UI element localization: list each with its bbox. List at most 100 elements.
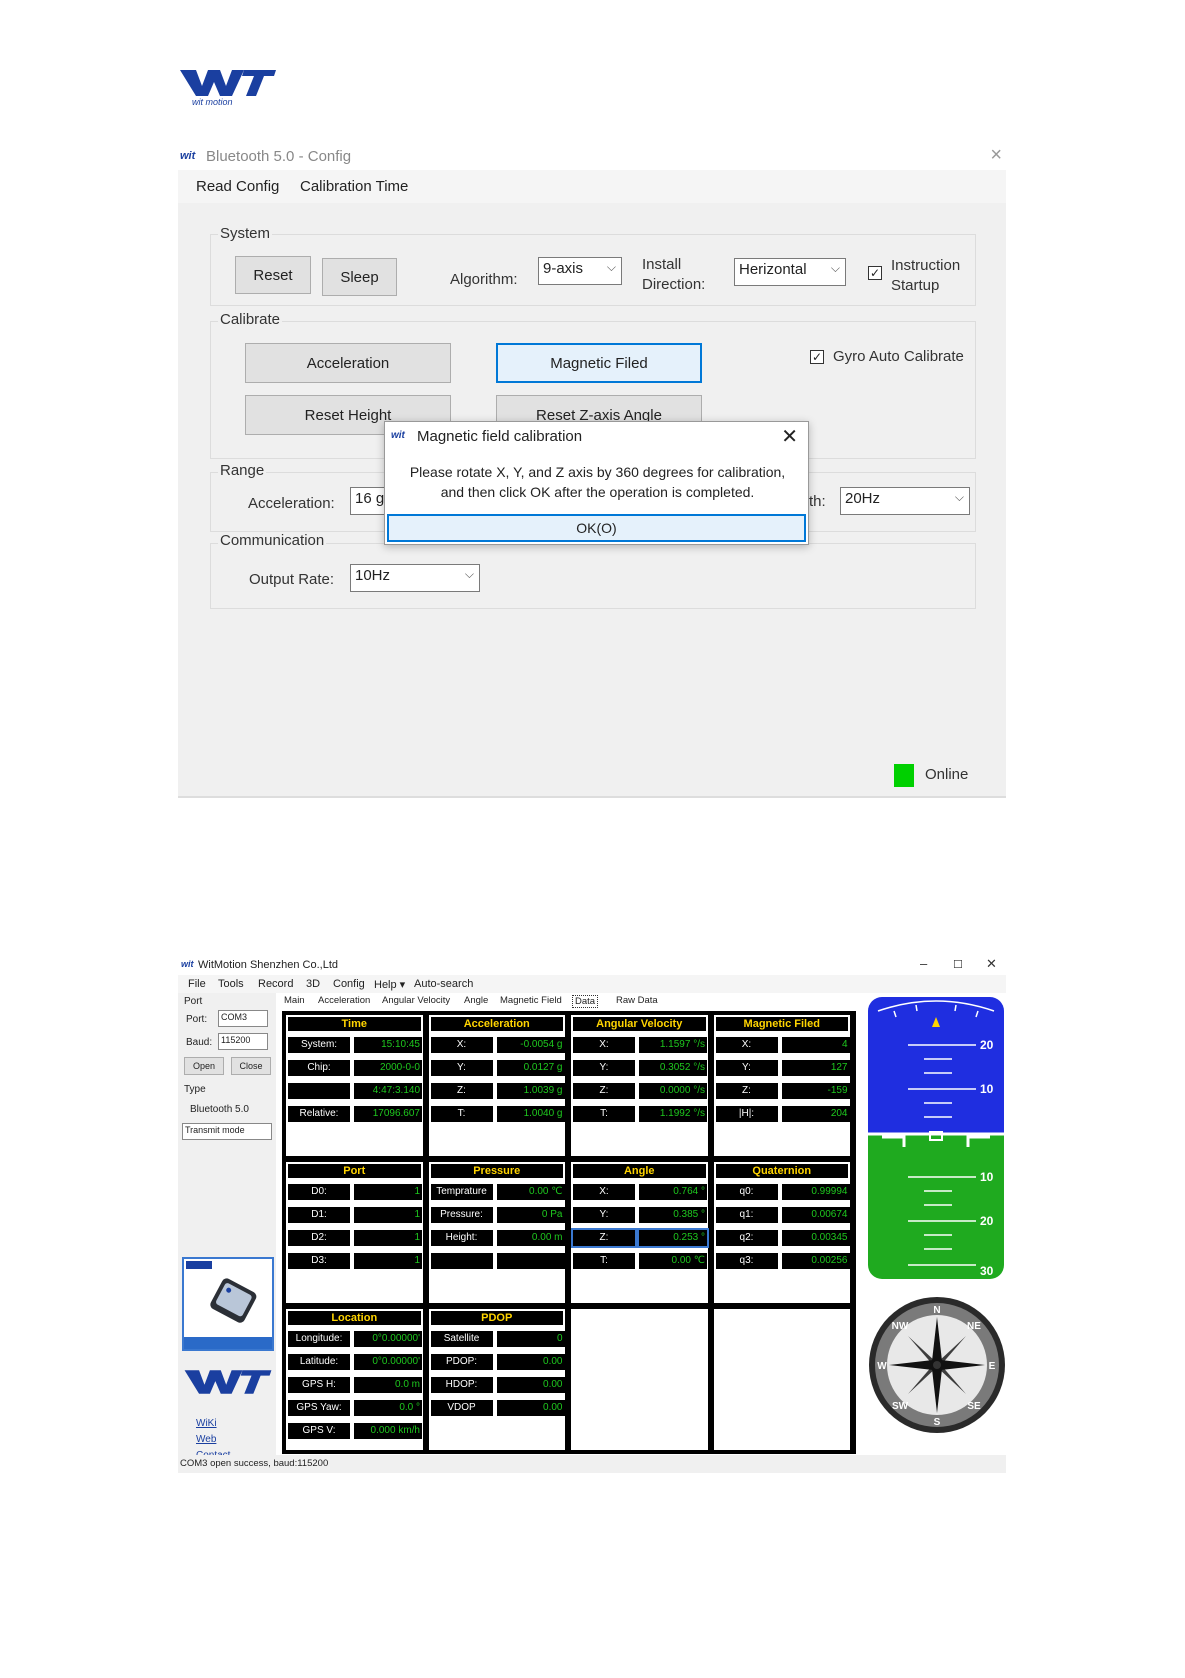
- tab-raw-data[interactable]: Raw Data: [616, 995, 658, 1006]
- row-label: Chip:: [288, 1060, 350, 1076]
- row-label: q2:: [715, 1230, 778, 1246]
- pitch-label-20-down: 20: [980, 1214, 994, 1228]
- main-window: wit WitMotion Shenzhen Co.,Ltd – ☐ ✕ Fil…: [178, 955, 1006, 1473]
- menu-read-config[interactable]: Read Config: [196, 178, 279, 195]
- range-acceleration-value: 16 g: [355, 490, 385, 507]
- row-value: 0.00674: [781, 1207, 850, 1223]
- maximize-icon[interactable]: ☐: [953, 958, 963, 971]
- bandwidth-select[interactable]: 20Hz ⌵: [840, 487, 970, 515]
- data-panel-grid: Time System: 15:10:45 Chip: 2000-0-0 4:47:3.1…: [282, 1011, 856, 1454]
- row-value: 204: [781, 1106, 850, 1122]
- sleep-button[interactable]: Sleep: [322, 258, 397, 296]
- row-value: 0.00 m: [496, 1230, 565, 1246]
- panel-time: Time System: 15:10:45 Chip: 2000-0-0 4:47:3.1…: [284, 1013, 425, 1158]
- tab-main[interactable]: Main: [284, 995, 305, 1006]
- row-value: -159: [781, 1083, 850, 1099]
- dialog-close-icon[interactable]: ✕: [781, 424, 798, 449]
- row-value: 0°0.00000': [354, 1354, 422, 1370]
- dialog-ok-button[interactable]: OK(O): [387, 514, 806, 542]
- main-menubar: File Tools Record 3D Config Help ▾ Auto-…: [178, 975, 1006, 993]
- menu-help[interactable]: Help ▾: [374, 978, 405, 991]
- menu-3d[interactable]: 3D: [306, 978, 320, 990]
- open-button[interactable]: Open: [184, 1057, 224, 1075]
- row-label: GPS Yaw:: [288, 1400, 350, 1416]
- tab-angle[interactable]: Angle: [464, 995, 488, 1006]
- close-icon[interactable]: ✕: [986, 956, 997, 972]
- transmit-mode-select[interactable]: Transmit mode: [182, 1123, 272, 1140]
- row-value: 4: [781, 1037, 850, 1053]
- online-indicator: [894, 764, 914, 787]
- instruction-startup-checkbox[interactable]: ✓: [868, 266, 882, 280]
- row-value: 0.000 km/h: [354, 1423, 422, 1439]
- panel-quaternion: Quaternion q0: 0.99994 q1: 0.00674 q2: 0.00345…: [711, 1160, 852, 1305]
- wiki-link[interactable]: WiKi: [196, 1418, 217, 1429]
- tab-acceleration[interactable]: Acceleration: [318, 995, 370, 1006]
- baud-select[interactable]: 115200: [218, 1033, 268, 1050]
- tab-magnetic-field[interactable]: Magnetic Field: [500, 995, 562, 1006]
- menu-auto-search[interactable]: Auto-search: [414, 978, 473, 990]
- row-label: T:: [573, 1253, 635, 1269]
- compass-ne: NE: [967, 1321, 981, 1332]
- menu-config[interactable]: Config: [333, 978, 365, 990]
- port-select[interactable]: COM3: [218, 1010, 268, 1027]
- pitch-label-10-down: 10: [980, 1170, 994, 1184]
- panel-pressure: Pressure Temprature 0.00 ℃ Pressure: 0 Pa Hei…: [426, 1160, 567, 1305]
- product-image: [182, 1257, 274, 1351]
- row-value: 0.00345: [781, 1230, 850, 1246]
- app-icon: wit: [180, 150, 196, 162]
- chevron-down-icon: ⌵: [954, 490, 964, 504]
- dialog-app-icon: wit: [391, 430, 405, 441]
- tab-angular-velocity[interactable]: Angular Velocity: [382, 995, 450, 1006]
- instruction-label-2: Startup: [891, 277, 940, 294]
- acceleration-calibrate-button[interactable]: Acceleration: [245, 343, 451, 383]
- reset-button[interactable]: Reset: [235, 256, 311, 294]
- panel-title: Pressure: [430, 1164, 563, 1178]
- pitch-label-20-up: 20: [980, 1038, 994, 1052]
- left-panel: Port Port: COM3 Baud: 115200 Open Close …: [178, 993, 276, 1461]
- panel-pdop: PDOP Satellite 0 PDOP: 0.00 HDOP: 0.00 VDOP 0.00: [426, 1307, 567, 1452]
- algorithm-select[interactable]: 9-axis ⌵: [538, 257, 622, 285]
- gyro-auto-calibrate-checkbox[interactable]: ✓: [810, 350, 824, 364]
- baud-label: Baud:: [186, 1037, 213, 1048]
- system-group-label: System: [218, 225, 273, 242]
- magnetic-calibration-dialog: wit Magnetic field calibration ✕ Please …: [384, 421, 809, 545]
- panel-empty: [569, 1307, 710, 1452]
- row-label: Z:: [430, 1083, 493, 1099]
- algorithm-value: 9-axis: [543, 260, 584, 277]
- tab-data[interactable]: Data: [572, 995, 599, 1008]
- menu-calibration-time[interactable]: Calibration Time: [300, 178, 408, 195]
- compass-s: S: [934, 1417, 941, 1428]
- port-group-label: Port: [184, 996, 203, 1007]
- main-title: WitMotion Shenzhen Co.,Ltd: [198, 959, 339, 971]
- chevron-down-icon: ⌵: [830, 261, 840, 275]
- row-value: 1: [354, 1184, 422, 1200]
- calibrate-group-label: Calibrate: [218, 311, 283, 328]
- output-rate-select[interactable]: 10Hz ⌵: [350, 564, 480, 592]
- compass: N NE E SE S SW W NW: [869, 1297, 1005, 1433]
- row-value: 17096.607: [354, 1106, 422, 1122]
- web-link[interactable]: Web: [196, 1434, 216, 1445]
- minimize-icon[interactable]: –: [920, 956, 927, 971]
- range-acceleration-label: Acceleration:: [248, 495, 335, 512]
- install-direction-select[interactable]: Herizontal ⌵: [734, 258, 846, 286]
- close-icon[interactable]: ×: [990, 144, 1002, 167]
- magnetic-calibrate-button[interactable]: Magnetic Filed: [496, 343, 702, 383]
- row-label: GPS H:: [288, 1377, 350, 1393]
- row-label: Z:: [715, 1083, 778, 1099]
- row-label: Relative:: [288, 1106, 350, 1122]
- menu-file[interactable]: File: [188, 978, 206, 990]
- dialog-message: Please rotate X, Y, and Z axis by 360 de…: [391, 462, 804, 502]
- close-port-button[interactable]: Close: [231, 1057, 271, 1075]
- row-label: GPS V:: [288, 1423, 350, 1439]
- row-value: 0°0.00000': [354, 1331, 422, 1347]
- row-label: Temprature: [430, 1184, 493, 1200]
- menu-record[interactable]: Record: [258, 978, 293, 990]
- view-tabs: Main Acceleration Angular Velocity Angle…: [282, 993, 842, 1009]
- menu-tools[interactable]: Tools: [218, 978, 244, 990]
- row-label: T:: [573, 1106, 635, 1122]
- pitch-label-10-up: 10: [980, 1082, 994, 1096]
- panel-magnetic: Magnetic Filed X: 4 Y: 127 Z: -159 |H|: 204: [711, 1013, 852, 1158]
- panel-title: Angle: [573, 1164, 706, 1178]
- type-value: Bluetooth 5.0: [190, 1104, 249, 1115]
- row-value: 127: [781, 1060, 850, 1076]
